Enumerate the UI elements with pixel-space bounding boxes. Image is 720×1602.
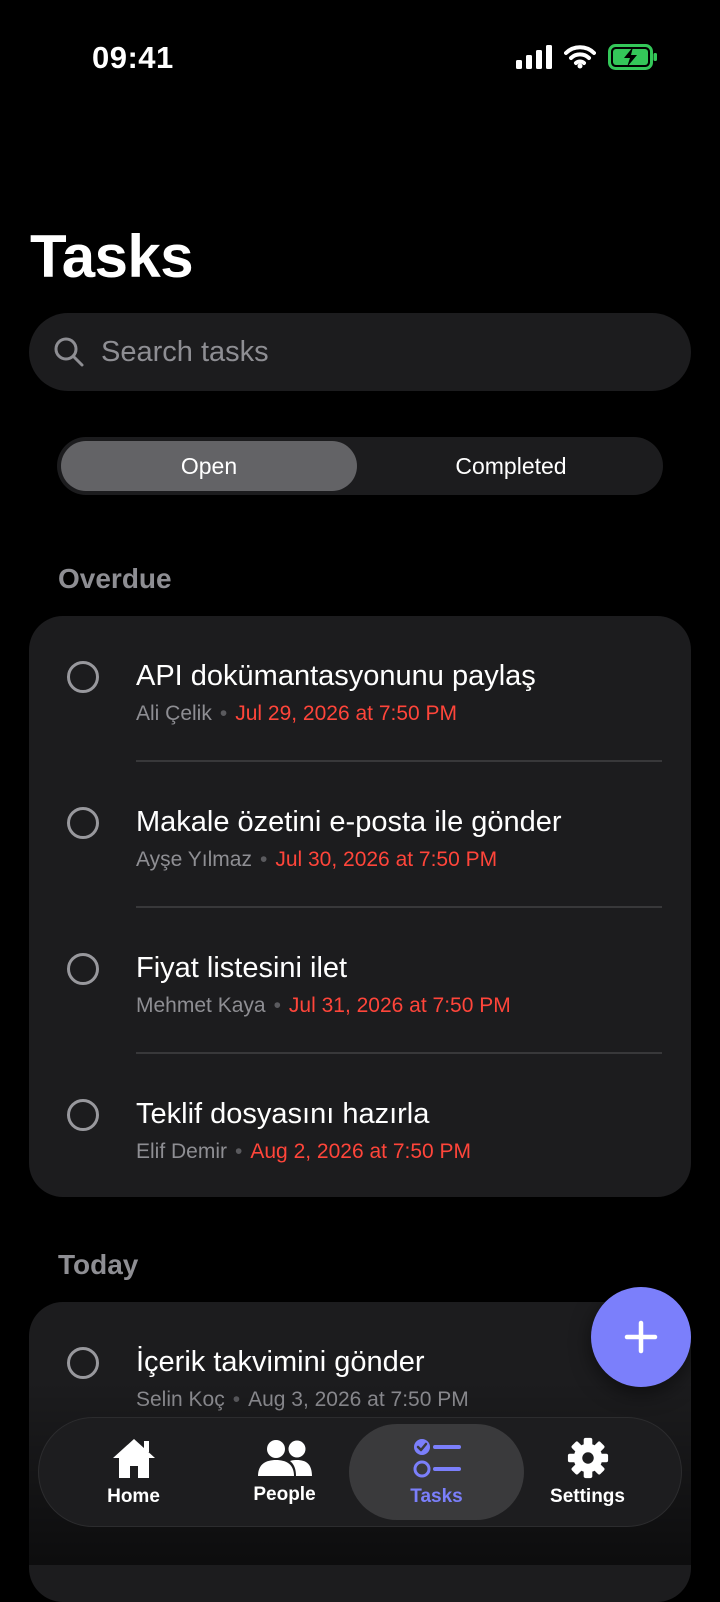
tab-bar: Home People Tasks Settings <box>38 1417 682 1527</box>
meta-separator: • <box>273 994 281 1017</box>
status-segmented-control: Open Completed <box>57 437 663 495</box>
task-assignee: Selin Koç <box>136 1388 225 1411</box>
task-row[interactable]: API dokümantasyonunu paylaş Ali Çelik • Ju… <box>29 616 691 762</box>
add-task-button[interactable] <box>591 1287 691 1387</box>
task-title: İçerik takvimini gönder <box>136 1346 425 1378</box>
search-icon <box>54 337 84 367</box>
task-title: API dokümantasyonunu paylaş <box>136 660 536 692</box>
tab-people[interactable]: People <box>197 1424 372 1520</box>
complete-checkbox[interactable] <box>67 807 99 839</box>
task-row[interactable]: Makale özetini e-posta ile gönder Ayşe Y… <box>29 762 691 908</box>
task-assignee: Mehmet Kaya <box>136 994 266 1017</box>
section-header-today: Today <box>58 1249 139 1280</box>
search-input[interactable] <box>99 334 643 370</box>
status-bar: 09:41 <box>0 0 720 110</box>
people-icon <box>257 1440 312 1476</box>
segment-open[interactable]: Open <box>61 441 357 491</box>
task-meta: Ayşe Yılmaz • Jul 30, 2026 at 7:50 PM <box>136 848 497 872</box>
task-due-date: Aug 2, 2026 at 7:50 PM <box>250 1140 472 1163</box>
status-time: 09:41 <box>92 40 174 75</box>
meta-separator: • <box>232 1388 241 1411</box>
task-meta: Ali Çelik • Jul 29, 2026 at 7:50 PM <box>136 702 457 726</box>
complete-checkbox[interactable] <box>67 953 99 985</box>
task-title: Fiyat listesini ilet <box>136 952 348 984</box>
section-header-overdue: Overdue <box>58 563 172 594</box>
home-icon <box>112 1439 155 1478</box>
task-due-date: Jul 29, 2026 at 7:50 PM <box>235 702 458 725</box>
plus-icon <box>624 1320 658 1354</box>
overdue-task-list: API dokümantasyonunu paylaş Ali Çelik • Ju… <box>29 616 691 1197</box>
search-bar[interactable] <box>29 313 691 391</box>
tab-label: People <box>253 1484 316 1505</box>
task-assignee: Ali Çelik <box>136 702 212 725</box>
task-meta: Mehmet Kaya • Jul 31, 2026 at 7:50 PM <box>136 994 511 1018</box>
tab-label: Settings <box>550 1486 625 1507</box>
battery-charging-icon <box>608 44 657 70</box>
tab-label: Tasks <box>410 1486 463 1507</box>
task-due-date: Aug 3, 2026 at 7:50 PM <box>248 1388 469 1411</box>
task-title: Makale özetini e-posta ile gönder <box>136 806 562 838</box>
complete-checkbox[interactable] <box>67 1347 99 1379</box>
segment-completed[interactable]: Completed <box>363 441 659 491</box>
wifi-icon <box>564 45 596 69</box>
signal-icon <box>516 45 552 69</box>
task-row[interactable]: Fiyat listesini ilet Mehmet Kaya • Jul 31,… <box>29 908 691 1054</box>
task-meta: Elif Demir • Aug 2, 2026 at 7:50 PM <box>136 1140 471 1164</box>
meta-separator: • <box>259 848 268 871</box>
task-assignee: Elif Demir <box>136 1140 228 1163</box>
task-row[interactable]: Teklif dosyasını hazırla Elif Demir • Aug … <box>29 1054 691 1200</box>
tasks-icon <box>413 1439 461 1478</box>
tab-label: Home <box>107 1486 160 1507</box>
task-title: Teklif dosyasını hazırla <box>136 1098 430 1130</box>
task-due-date: Jul 30, 2026 at 7:50 PM <box>275 848 498 871</box>
tab-tasks[interactable]: Tasks <box>349 1424 524 1520</box>
status-icons <box>516 44 658 70</box>
tab-settings[interactable]: Settings <box>500 1424 675 1520</box>
meta-separator: • <box>235 1140 243 1163</box>
task-meta: Selin Koç • Aug 3, 2026 at 7:50 PM <box>136 1388 469 1412</box>
task-assignee: Ayşe Yılmaz <box>136 848 252 871</box>
task-due-date: Jul 31, 2026 at 7:50 PM <box>288 994 511 1017</box>
tab-home[interactable]: Home <box>46 1424 221 1520</box>
complete-checkbox[interactable] <box>67 1099 99 1131</box>
complete-checkbox[interactable] <box>67 661 99 693</box>
meta-separator: • <box>219 702 228 725</box>
page-title: Tasks <box>30 223 194 290</box>
gear-icon <box>567 1437 608 1479</box>
